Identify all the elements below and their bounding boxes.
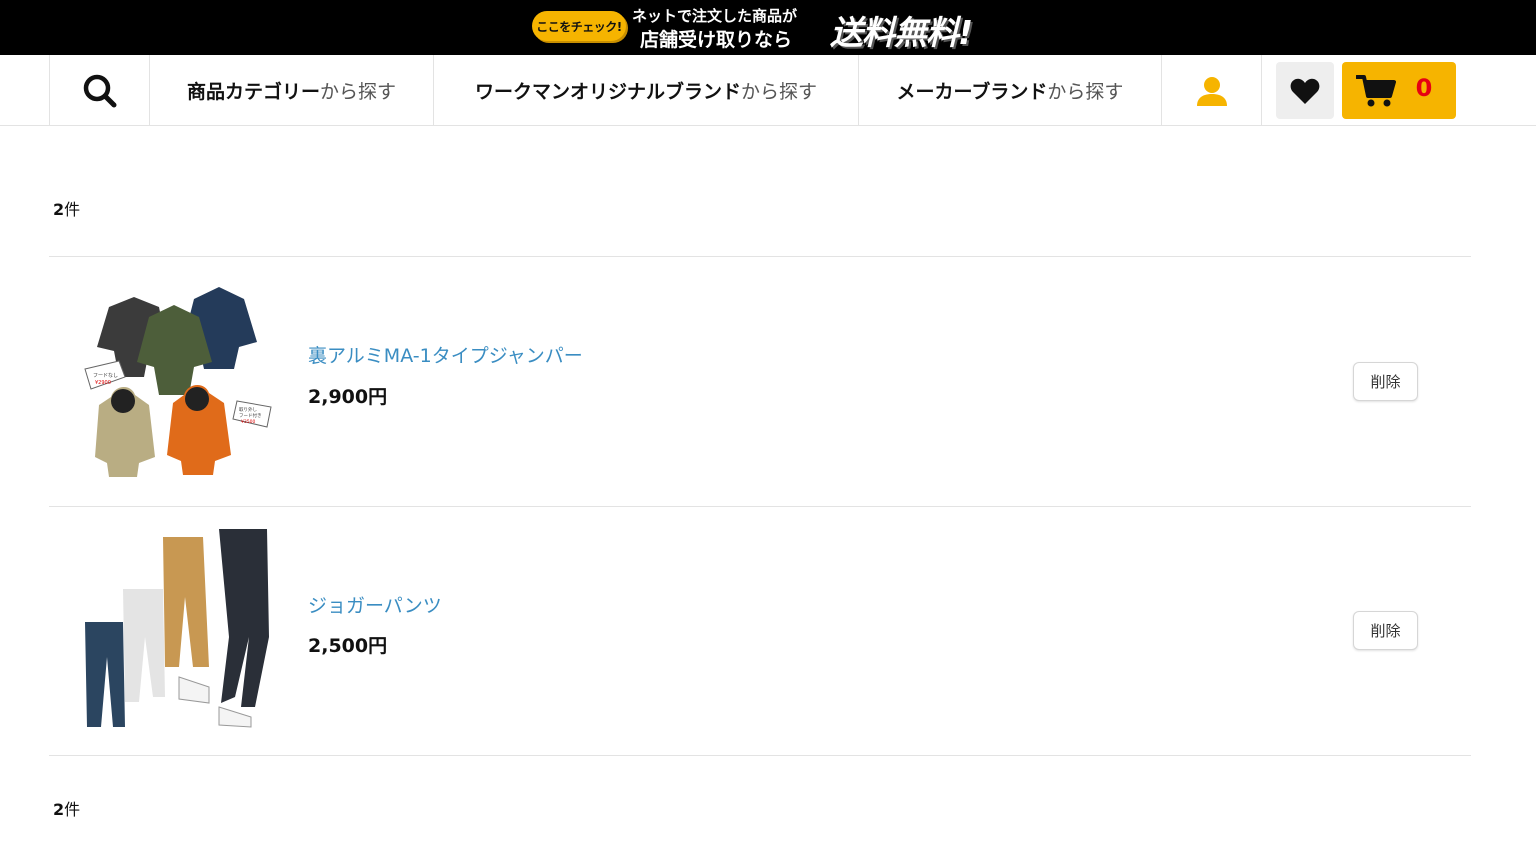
product-name-link[interactable]: ジョガーパンツ bbox=[308, 591, 442, 618]
list-item: フードなし ¥2900 取り外し フード付き ¥3500 裏アルミMA-1タイプ… bbox=[49, 257, 1471, 506]
nav-original-brand[interactable]: ワークマンオリジナルブランドから探す bbox=[434, 55, 859, 126]
promo-free-shipping: 送料無料! bbox=[830, 13, 973, 52]
promo-banner[interactable]: ここをチェック! ネットで注文した商品が 店舗受け取りなら 送料無料! bbox=[0, 0, 1536, 55]
account-button[interactable] bbox=[1162, 55, 1262, 126]
search-icon bbox=[83, 74, 116, 107]
user-icon bbox=[1196, 76, 1227, 106]
promo-banner-content: ここをチェック! ネットで注文した商品が 店舗受け取りなら 送料無料! bbox=[532, 4, 992, 52]
svg-text:フード付き: フード付き bbox=[239, 412, 262, 419]
product-image-pants[interactable] bbox=[79, 527, 279, 737]
cart-button[interactable]: 0 bbox=[1342, 62, 1456, 119]
result-count-number: 2 bbox=[53, 200, 65, 219]
svg-text:取り外し: 取り外し bbox=[239, 406, 257, 413]
delete-button[interactable]: 削除 bbox=[1353, 362, 1418, 401]
product-image-jacket[interactable]: フードなし ¥2900 取り外し フード付き ¥3500 bbox=[79, 277, 279, 487]
product-price: 2,500円 bbox=[308, 635, 388, 657]
nav-category-label: 商品カテゴリーから探す bbox=[187, 77, 396, 104]
result-count-unit: 件 bbox=[64, 800, 81, 819]
heart-icon bbox=[1290, 78, 1320, 104]
svg-text:¥2900: ¥2900 bbox=[95, 380, 111, 386]
cart-count: 0 bbox=[1415, 74, 1433, 102]
nav-original-brand-suffix: から探す bbox=[741, 81, 818, 103]
promo-check-badge: ここをチェック! bbox=[532, 11, 626, 41]
nav-maker-brand-main: メーカーブランド bbox=[896, 81, 1048, 103]
delete-button[interactable]: 削除 bbox=[1353, 611, 1418, 650]
svg-text:¥3500: ¥3500 bbox=[241, 419, 255, 425]
result-count-bottom: 2件 bbox=[53, 796, 80, 820]
product-price: 2,900円 bbox=[308, 386, 388, 408]
nav-maker-brand-suffix: から探す bbox=[1047, 81, 1124, 103]
favorites-button[interactable] bbox=[1276, 62, 1334, 119]
nav-maker-brand[interactable]: メーカーブランドから探す bbox=[859, 55, 1162, 126]
nav-category-main: 商品カテゴリー bbox=[186, 81, 320, 103]
nav-category-suffix: から探す bbox=[320, 81, 397, 103]
promo-text: ネットで注文した商品が 店舗受け取りなら bbox=[632, 4, 832, 51]
nav-maker-brand-label: メーカーブランドから探す bbox=[897, 77, 1124, 104]
result-count-unit: 件 bbox=[64, 200, 81, 219]
product-name-link[interactable]: 裏アルミMA-1タイプジャンパー bbox=[308, 341, 583, 368]
nav-original-brand-label: ワークマンオリジナルブランドから探す bbox=[475, 77, 817, 104]
search-button[interactable] bbox=[49, 55, 150, 126]
result-count-top: 2件 bbox=[53, 196, 80, 220]
divider bbox=[49, 755, 1471, 756]
nav-category[interactable]: 商品カテゴリーから探す bbox=[150, 55, 434, 126]
svg-text:フードなし: フードなし bbox=[93, 372, 118, 379]
promo-line-2: 店舗受け取りなら bbox=[640, 29, 793, 51]
cart-icon bbox=[1356, 75, 1396, 107]
promo-line-1: ネットで注文した商品が bbox=[632, 7, 798, 25]
result-count-number: 2 bbox=[53, 800, 65, 819]
list-item: ジョガーパンツ 2,500円 削除 bbox=[49, 507, 1471, 756]
nav-original-brand-main: ワークマンオリジナルブランド bbox=[474, 81, 741, 103]
